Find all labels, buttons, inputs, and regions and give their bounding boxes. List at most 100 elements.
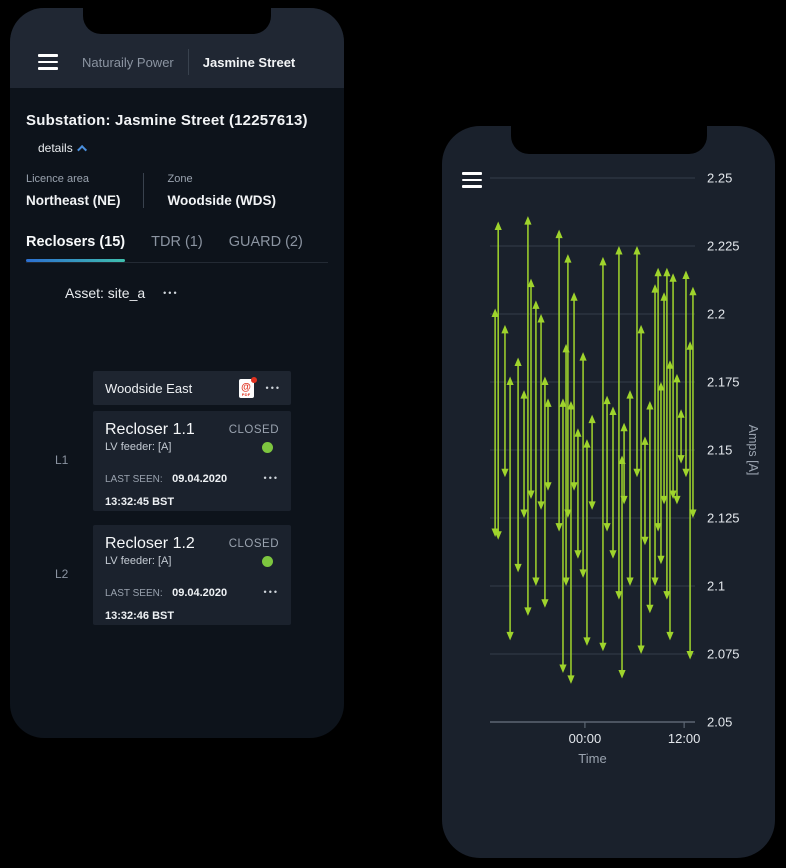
segment-up-arrow (520, 390, 528, 399)
phone-mockup-left: Naturaily Power Jasmine Street Substatio… (10, 8, 344, 738)
y-tick-label: 2.075 (707, 647, 740, 662)
tab-reclosers[interactable]: Reclosers (15) (26, 234, 126, 262)
y-tick-label: 2.125 (707, 511, 740, 526)
recloser-card-2[interactable]: L2 Recloser 1.2 CLOSED LV feeder: [A] LA… (55, 525, 291, 625)
segment-up-arrow (532, 300, 540, 309)
segment-up-arrow (579, 352, 587, 361)
y-tick-label: 2.1 (707, 579, 725, 594)
recloser-menu-icon[interactable]: ••• (264, 473, 279, 483)
tab-tdr[interactable]: TDR (1) (151, 234, 203, 262)
recloser-list: Woodside East @ PDF ••• L1 Recloser 1.1 … (55, 371, 291, 625)
last-seen-date: 09.04.2020 (172, 473, 228, 485)
segment-up-arrow (570, 292, 578, 301)
segment-up-arrow (506, 376, 514, 386)
segment-down-arrow (524, 607, 532, 616)
asset-menu-icon[interactable]: ••• (163, 288, 178, 298)
details-toggle[interactable]: details (10, 129, 344, 155)
segment-up-arrow (626, 390, 634, 399)
notification-dot (250, 376, 257, 383)
x-tick-label: 00:00 (569, 731, 602, 746)
segment-down-arrow (646, 604, 654, 614)
recloser-menu-icon[interactable]: ••• (264, 587, 279, 597)
x-tick-label: 12:00 (668, 731, 701, 746)
segment-up-arrow (599, 256, 607, 266)
segment-up-arrow (615, 246, 623, 255)
segment-down-arrow (609, 550, 617, 559)
segment-down-arrow (532, 577, 540, 586)
x-axis-title: Time (578, 751, 606, 766)
segment-down-arrow (657, 555, 665, 565)
y-tick-label: 2.15 (707, 443, 732, 458)
tab-guard[interactable]: GUARD (2) (229, 234, 303, 262)
zone-block: Zone Woodside (WDS) (142, 173, 299, 208)
segment-down-arrow (559, 664, 567, 674)
segment-down-arrow (651, 577, 659, 586)
segment-down-arrow (677, 455, 685, 464)
segment-up-arrow (574, 428, 582, 437)
segment-up-arrow (588, 414, 596, 424)
segment-down-arrow (637, 645, 645, 654)
status-badge: CLOSED (228, 538, 279, 550)
last-seen-label: LAST SEEN: (105, 474, 163, 485)
segment-down-arrow (618, 669, 626, 679)
recloser-card-1[interactable]: L1 Recloser 1.1 CLOSED LV feeder: [A] LA… (55, 411, 291, 511)
pdf-file-icon[interactable]: @ PDF (238, 376, 257, 398)
recloser-name: Recloser 1.1 (105, 421, 195, 438)
segment-down-arrow (686, 650, 694, 660)
substation-meta: Licence area Northeast (NE) Zone Woodsid… (10, 155, 344, 208)
segment-down-arrow (583, 637, 591, 646)
asset-row: Asset: site_a ••• (10, 263, 344, 301)
recloser-name: Recloser 1.2 (105, 535, 195, 552)
site-card-menu-icon[interactable]: ••• (266, 383, 281, 393)
segment-up-arrow (494, 221, 502, 231)
y-tick-label: 2.225 (707, 239, 740, 254)
segment-down-arrow (574, 550, 582, 559)
site-card[interactable]: Woodside East @ PDF ••• (93, 371, 291, 405)
line-label-l1: L1 (55, 453, 69, 467)
last-seen-time: 13:32:46 BST (105, 610, 175, 622)
y-tick-label: 2.175 (707, 375, 740, 390)
segment-down-arrow (506, 631, 514, 641)
segment-up-arrow (673, 373, 681, 383)
segment-down-arrow (567, 675, 575, 684)
segment-up-arrow (564, 254, 572, 263)
segment-up-arrow (555, 229, 563, 239)
segment-up-arrow (646, 401, 654, 410)
phone-notch (83, 8, 271, 34)
segment-down-arrow (599, 642, 607, 652)
segment-up-arrow (669, 273, 677, 282)
licence-area-label: Licence area (26, 173, 89, 185)
segment-up-arrow (537, 314, 545, 323)
brand-label: Naturaily Power (82, 54, 174, 70)
appbar-divider (187, 49, 189, 75)
last-seen-time: 13:32:45 BST (105, 496, 175, 508)
licence-area-value: Northeast (NE) (26, 193, 121, 208)
last-seen-label: LAST SEEN: (105, 588, 163, 599)
segment-down-arrow (682, 468, 690, 478)
menu-icon[interactable] (38, 54, 58, 70)
page-title: Jasmine Street (202, 54, 296, 70)
segment-down-arrow (603, 523, 611, 532)
segment-up-arrow (682, 270, 690, 279)
segment-down-arrow (579, 569, 587, 578)
segment-up-arrow (689, 286, 697, 296)
segment-up-arrow (663, 267, 671, 277)
segment-down-arrow (633, 468, 641, 478)
segment-up-arrow (524, 216, 532, 225)
segment-down-arrow (673, 495, 681, 505)
segment-up-arrow (620, 422, 628, 432)
feeder-label: LV feeder: [A] (105, 441, 172, 453)
asset-tabs: Reclosers (15) TDR (1) GUARD (2) (10, 208, 344, 262)
site-card-title: Woodside East (105, 380, 193, 396)
y-tick-label: 2.05 (707, 715, 732, 730)
segment-down-arrow (520, 509, 528, 518)
y-tick-label: 2.2 (707, 307, 725, 322)
segment-up-arrow (641, 436, 649, 445)
substation-title: Substation: Jasmine Street (12257613) (26, 112, 308, 129)
zone-label: Zone (167, 173, 193, 185)
feeder-label: LV feeder: [A] (105, 555, 172, 567)
segment-up-arrow (514, 357, 522, 367)
phone-mockup-right: 2.25 2.225 2.2 2.175 2.15 2.125 2.1 2.075 2.05 00… (442, 126, 775, 858)
zone-value: Woodside (WDS) (167, 193, 277, 208)
details-label: details (38, 141, 73, 155)
